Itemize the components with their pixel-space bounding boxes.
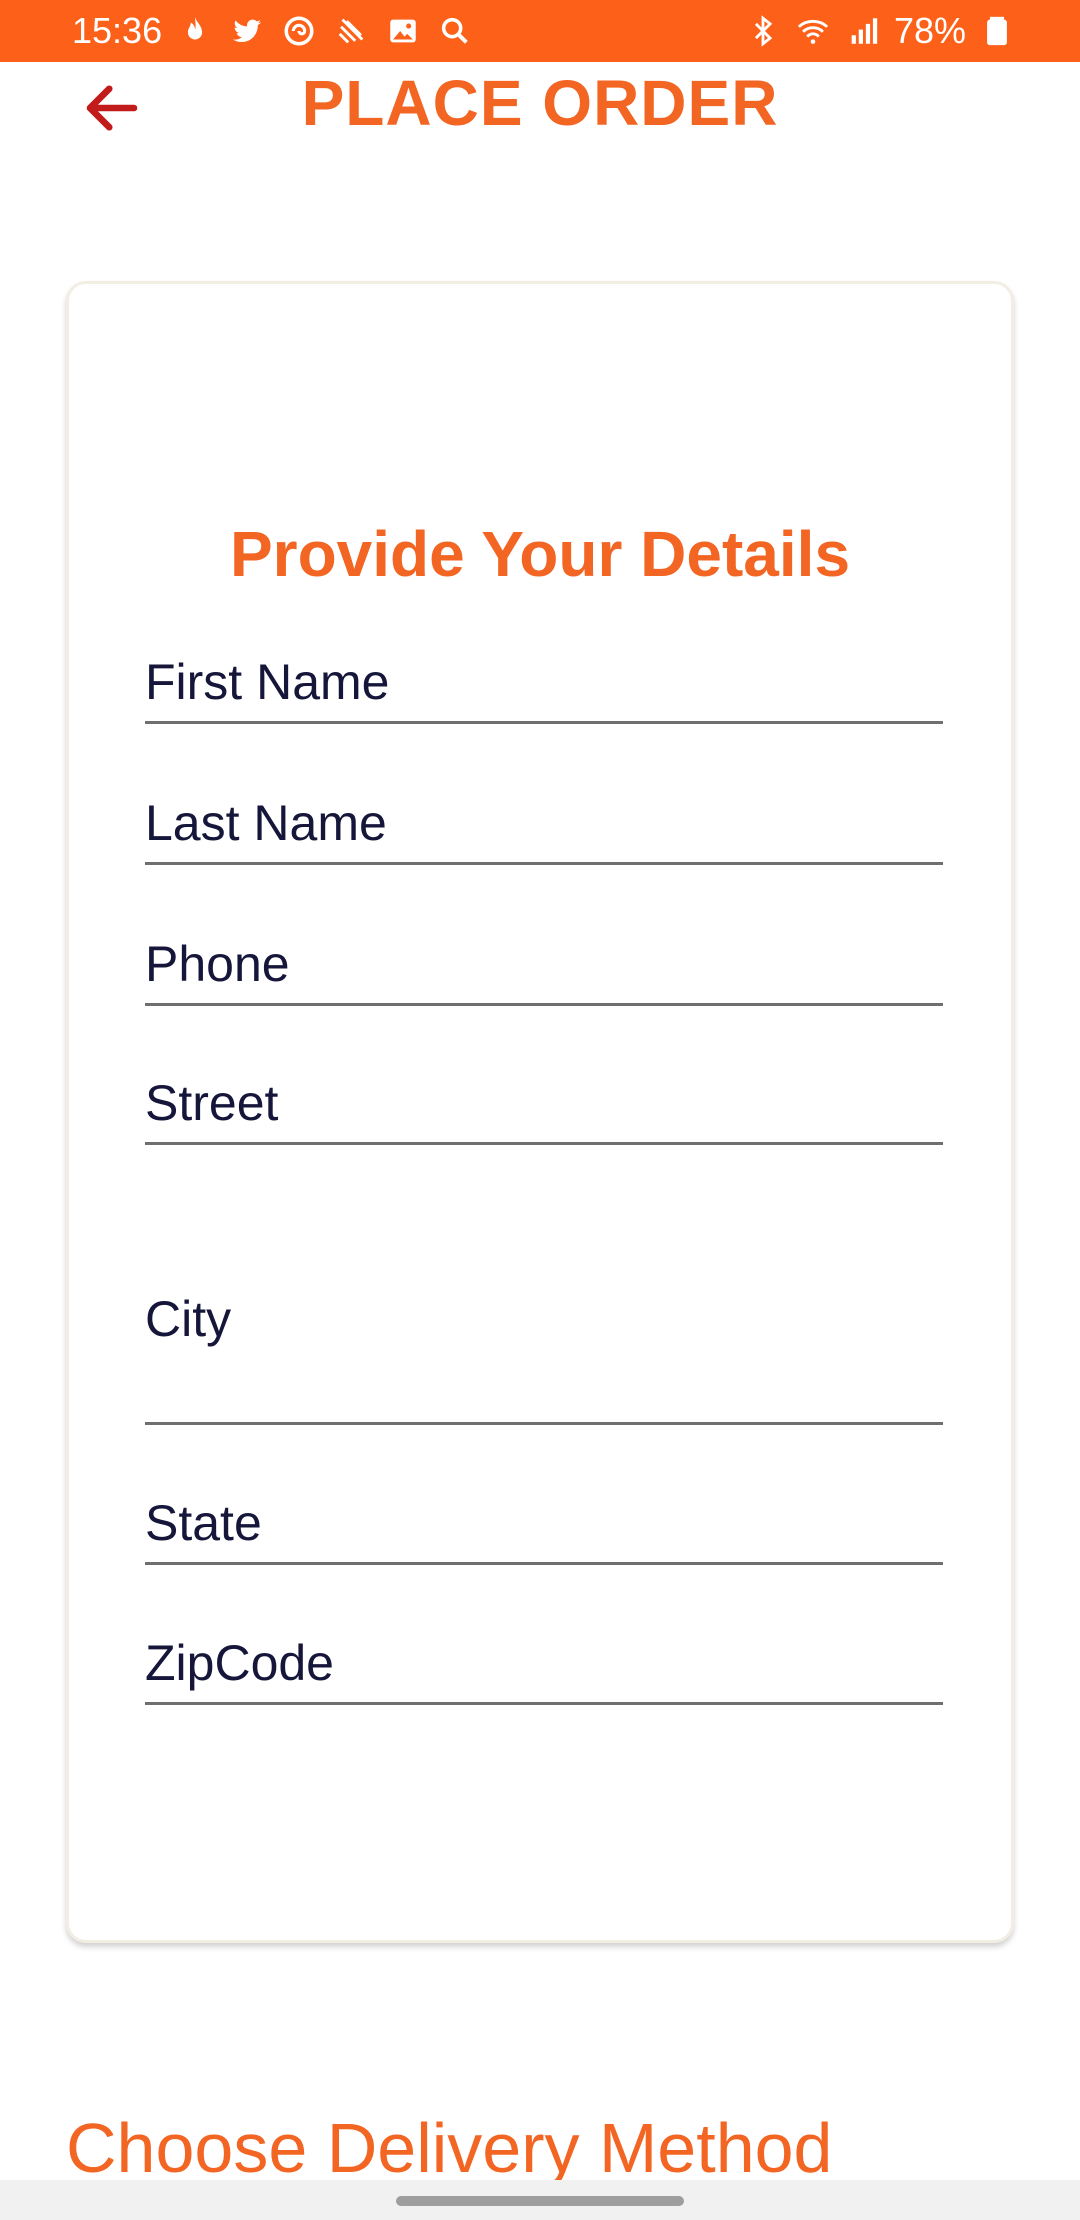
app-header: PLACE ORDER: [0, 62, 1080, 182]
state-field[interactable]: State: [145, 1479, 943, 1565]
system-nav-bar: [0, 2180, 1080, 2220]
page-title: PLACE ORDER: [301, 67, 779, 139]
phone-label: Phone: [145, 936, 290, 992]
twitter-icon: [228, 12, 266, 50]
state-label: State: [145, 1495, 262, 1551]
phone-field[interactable]: Phone: [145, 920, 943, 1006]
street-field[interactable]: Street: [145, 1060, 943, 1145]
battery-icon: [978, 12, 1016, 50]
flame-icon: [176, 12, 214, 50]
city-label: City: [145, 1291, 232, 1347]
status-left: 15:36: [72, 10, 474, 52]
zipcode-field[interactable]: ZipCode: [145, 1619, 943, 1705]
search-icon: [436, 12, 474, 50]
last-name-label: Last Name: [145, 795, 387, 851]
first-name-field[interactable]: First Name: [145, 639, 943, 724]
status-bar: 15:36 78%: [0, 0, 1080, 62]
first-name-label: First Name: [145, 654, 390, 710]
status-time: 15:36: [72, 10, 163, 51]
bluetooth-icon: [744, 12, 782, 50]
no-disturb-icon: [332, 12, 370, 50]
swirl-app-icon: [280, 12, 318, 50]
last-name-field[interactable]: Last Name: [145, 779, 943, 865]
battery-percent: 78%: [893, 10, 966, 51]
delivery-method-heading: Choose Delivery Method: [66, 2109, 833, 2187]
city-field[interactable]: City: [145, 1269, 943, 1425]
home-indicator[interactable]: [396, 2196, 684, 2206]
zipcode-label: ZipCode: [145, 1635, 334, 1691]
signal-icon: [844, 12, 882, 50]
status-right: 78%: [744, 10, 1016, 52]
card-title: Provide Your Details: [229, 518, 851, 590]
street-label: Street: [145, 1075, 279, 1131]
image-icon: [384, 12, 422, 50]
wifi-icon: [794, 12, 832, 50]
details-card: Provide Your Details First Name Last Nam…: [66, 281, 1014, 1943]
